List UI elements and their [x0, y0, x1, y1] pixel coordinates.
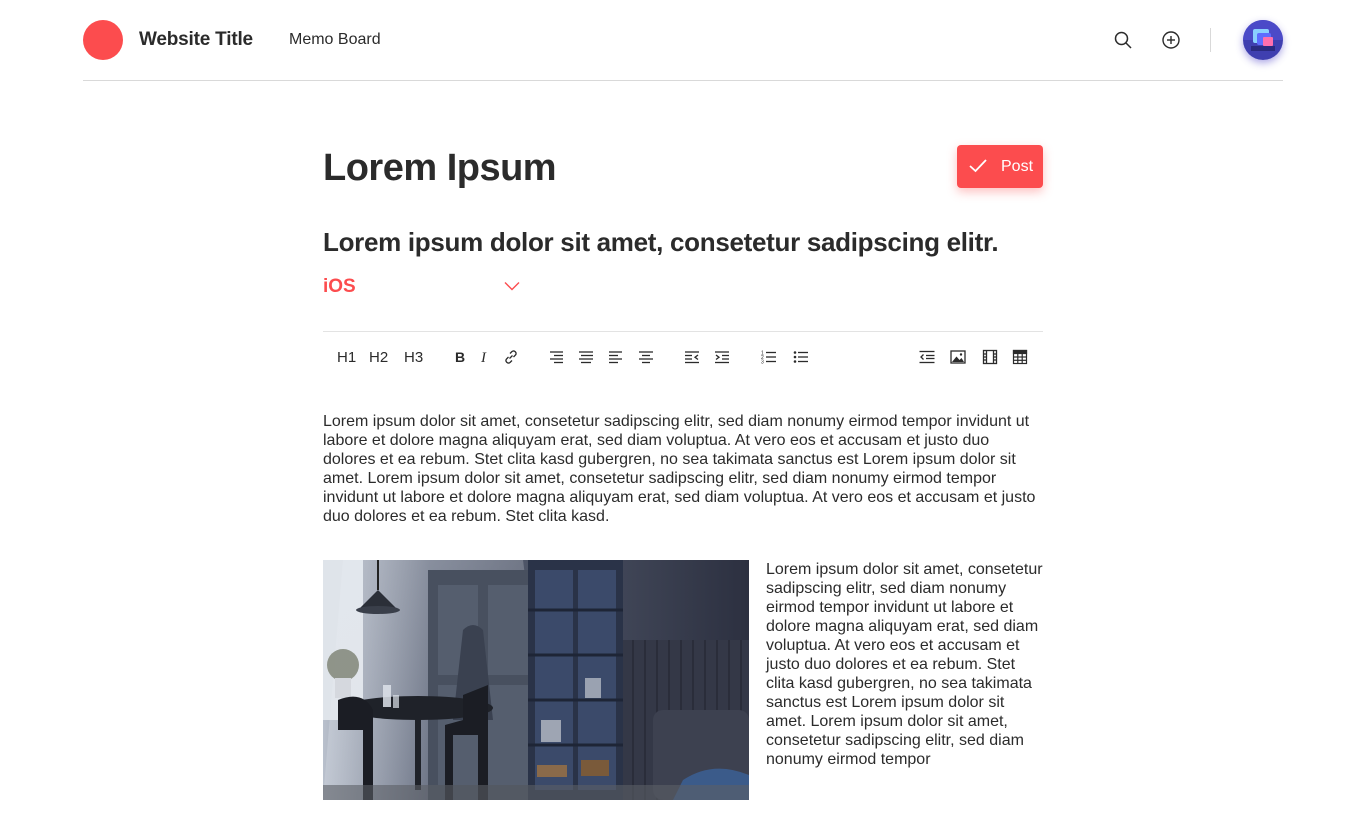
- heading-2-button[interactable]: H2: [369, 347, 388, 367]
- interior-photo[interactable]: [323, 560, 749, 800]
- svg-text:3: 3: [761, 360, 764, 366]
- align-left-icon[interactable]: [608, 347, 624, 367]
- align-right-icon[interactable]: [548, 347, 564, 367]
- svg-text:B: B: [455, 349, 465, 365]
- table-icon[interactable]: [1012, 347, 1028, 367]
- header-divider: [1210, 28, 1211, 52]
- category-value: iOS: [323, 276, 356, 297]
- nav-link-memo-board[interactable]: Memo Board: [289, 31, 381, 49]
- image-icon[interactable]: [950, 347, 966, 367]
- add-circle-icon[interactable]: [1160, 29, 1182, 51]
- bullet-list-icon[interactable]: [793, 347, 809, 367]
- page-title[interactable]: Lorem Ipsum: [323, 147, 557, 190]
- post-button[interactable]: Post: [957, 145, 1043, 188]
- chevron-down-icon: [504, 282, 520, 291]
- editor-toolbar: H1 H2 H3 B I 123: [323, 331, 1043, 381]
- search-icon[interactable]: [1112, 29, 1134, 51]
- italic-icon[interactable]: I: [477, 347, 493, 367]
- side-paragraph[interactable]: Lorem ipsum dolor sit amet, consetetur s…: [766, 560, 1046, 769]
- outdent-icon[interactable]: [684, 347, 700, 367]
- video-icon[interactable]: [982, 347, 998, 367]
- post-subtitle[interactable]: Lorem ipsum dolor sit amet, consetetur s…: [323, 227, 999, 258]
- post-button-label: Post: [1001, 158, 1034, 175]
- bold-icon[interactable]: B: [452, 347, 468, 367]
- body-paragraph[interactable]: Lorem ipsum dolor sit amet, consetetur s…: [323, 412, 1045, 526]
- heading-3-button[interactable]: H3: [404, 347, 423, 367]
- avatar[interactable]: [1243, 20, 1283, 60]
- svg-text:I: I: [480, 350, 487, 365]
- top-header: Website Title Memo Board: [83, 0, 1283, 81]
- check-icon: [969, 159, 987, 173]
- ordered-list-icon[interactable]: 123: [761, 347, 777, 367]
- link-icon[interactable]: [503, 347, 519, 367]
- align-center-icon[interactable]: [638, 347, 654, 367]
- align-justify-icon[interactable]: [578, 347, 594, 367]
- indent-icon[interactable]: [714, 347, 730, 367]
- logo[interactable]: [83, 20, 123, 60]
- category-select[interactable]: iOS: [323, 274, 521, 300]
- site-title[interactable]: Website Title: [139, 29, 253, 51]
- quote-block-icon[interactable]: [919, 347, 935, 367]
- heading-1-button[interactable]: H1: [337, 347, 356, 367]
